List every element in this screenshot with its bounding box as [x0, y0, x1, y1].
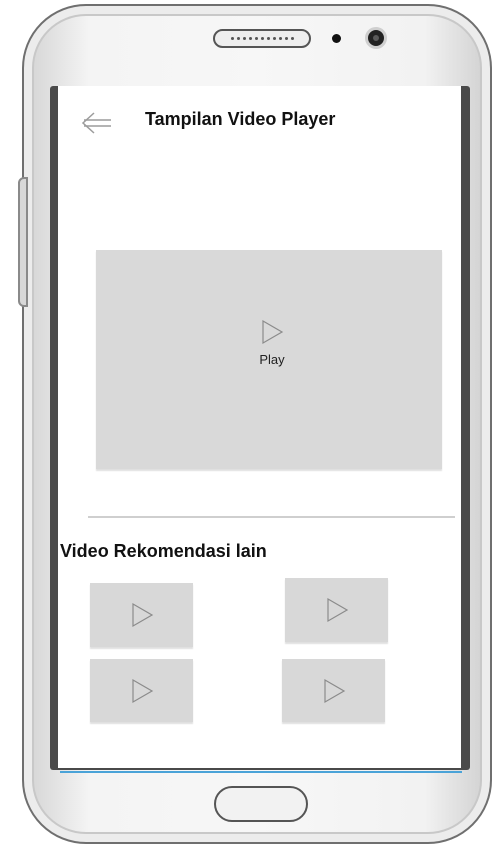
- play-icon: [323, 678, 345, 703]
- recommended-video-thumbnail[interactable]: [285, 578, 388, 642]
- page-title: Tampilan Video Player: [145, 109, 336, 129]
- home-button[interactable]: [214, 786, 308, 822]
- side-button: [18, 177, 28, 307]
- front-camera-icon: [365, 27, 387, 49]
- bottom-nav-line: [60, 771, 462, 773]
- play-icon: [326, 597, 348, 623]
- speaker-grille: [213, 29, 311, 48]
- section-divider: [88, 516, 455, 518]
- recommended-video-thumbnail[interactable]: [90, 659, 193, 722]
- recommended-video-thumbnail[interactable]: [90, 583, 193, 647]
- sensor-dot: [332, 34, 341, 43]
- back-arrow-icon[interactable]: [80, 110, 114, 136]
- play-icon: [131, 602, 153, 628]
- play-label[interactable]: Play: [252, 352, 292, 368]
- recommendations-title: Video Rekomendasi lain: [60, 541, 267, 561]
- recommended-video-thumbnail[interactable]: [282, 659, 385, 722]
- play-icon: [131, 678, 153, 703]
- play-icon[interactable]: [258, 318, 286, 346]
